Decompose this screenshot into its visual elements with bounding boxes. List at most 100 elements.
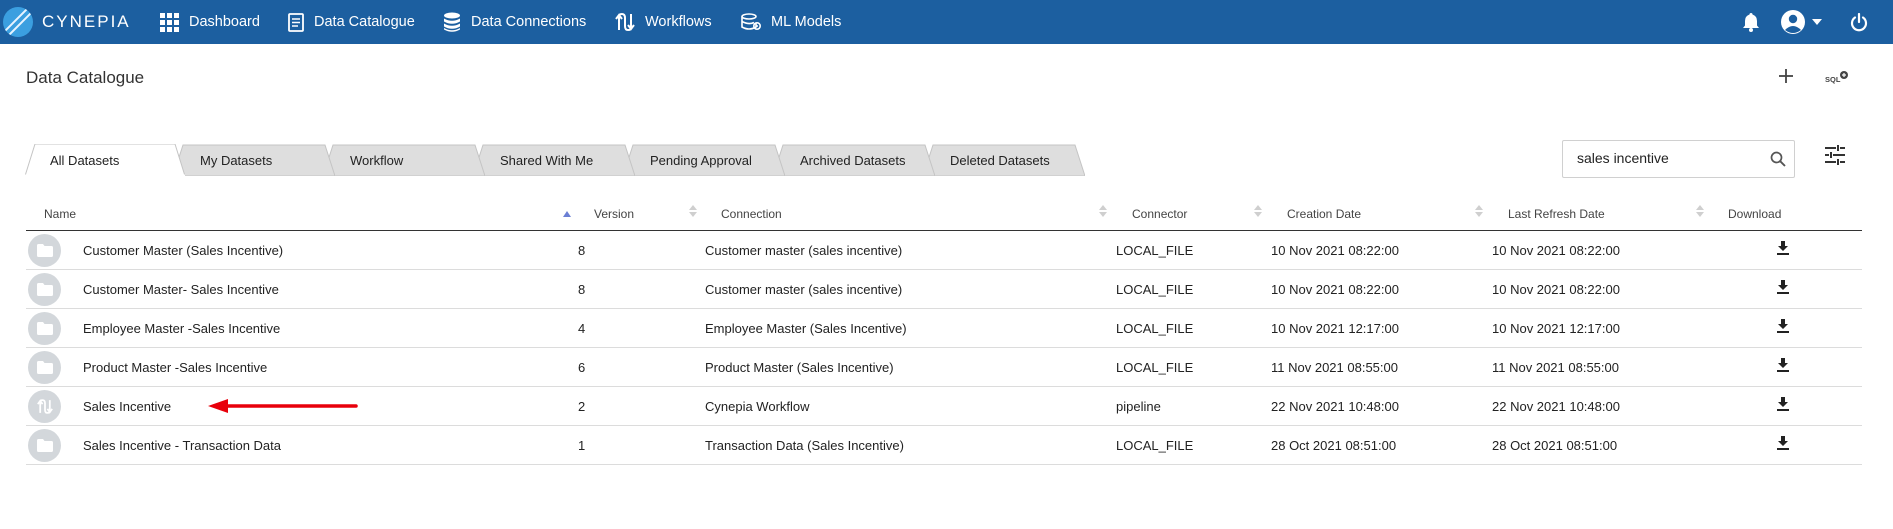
column-header-creation-date[interactable]: Creation Date	[1287, 207, 1361, 221]
nav-item-dashboard[interactable]: Dashboard	[160, 0, 260, 44]
column-header-last-refresh-date[interactable]: Last Refresh Date	[1508, 207, 1605, 221]
bell-icon[interactable]	[1742, 0, 1760, 44]
filter-sliders-icon[interactable]	[1824, 145, 1846, 170]
tab-deleted-datasets[interactable]: Deleted Datasets	[923, 144, 1085, 176]
search-box	[1562, 140, 1795, 178]
tab-label: All Datasets	[50, 153, 120, 168]
top-navbar: CYNEPIA Dashboard Data Catalogue Data Co…	[0, 0, 1893, 44]
folder-icon	[28, 273, 61, 306]
search-icon[interactable]	[1770, 151, 1786, 172]
nav-item-label: Data Catalogue	[314, 14, 415, 30]
dataset-name[interactable]: Sales Incentive - Transaction Data	[83, 438, 281, 453]
sort-icon[interactable]	[1254, 204, 1262, 223]
user-avatar-icon[interactable]	[1780, 0, 1806, 44]
dataset-refresh-date: 10 Nov 2021 08:22:00	[1492, 282, 1620, 297]
workflow-icon	[28, 390, 61, 423]
sort-icon[interactable]	[1696, 204, 1704, 223]
dataset-name[interactable]: Customer Master (Sales Incentive)	[83, 243, 283, 258]
dataset-refresh-date: 10 Nov 2021 12:17:00	[1492, 321, 1620, 336]
download-icon[interactable]	[1777, 280, 1789, 299]
nav-item-data-catalogue[interactable]: Data Catalogue	[288, 0, 415, 44]
dataset-refresh-date: 11 Nov 2021 08:55:00	[1492, 360, 1619, 375]
download-icon[interactable]	[1777, 241, 1789, 260]
nav-item-label: ML Models	[771, 14, 842, 30]
dataset-version: 8	[578, 243, 586, 258]
tab-archived-datasets[interactable]: Archived Datasets	[773, 144, 935, 176]
tab-label: Deleted Datasets	[950, 153, 1050, 168]
dataset-connection: Product Master (Sales Incentive)	[705, 360, 894, 375]
dataset-name[interactable]: Sales Incentive	[83, 399, 171, 414]
column-header-download: Download	[1728, 207, 1782, 221]
ml-models-icon	[741, 13, 761, 31]
dataset-creation-date: 28 Oct 2021 08:51:00	[1271, 438, 1397, 453]
tab-my-datasets[interactable]: My Datasets	[173, 144, 335, 176]
nav-item-data-connections[interactable]: Data Connections	[443, 0, 586, 44]
sort-icon[interactable]	[1099, 204, 1107, 223]
nav-item-ml-models[interactable]: ML Models	[741, 0, 841, 44]
dataset-name[interactable]: Product Master -Sales Incentive	[83, 360, 267, 375]
nav-item-label: Dashboard	[189, 14, 260, 30]
folder-icon	[28, 429, 61, 462]
document-icon	[288, 12, 304, 32]
dataset-connector: pipeline	[1116, 399, 1161, 414]
chevron-down-icon[interactable]	[1812, 0, 1822, 44]
dataset-name[interactable]: Customer Master- Sales Incentive	[83, 282, 279, 297]
tab-shared-with-me[interactable]: Shared With Me	[473, 144, 635, 176]
sort-icon[interactable]	[1475, 204, 1483, 223]
dataset-version: 2	[578, 399, 586, 414]
download-icon[interactable]	[1777, 319, 1789, 338]
column-header-version[interactable]: Version	[594, 207, 634, 221]
dataset-connector: LOCAL_FILE	[1116, 282, 1194, 297]
dataset-creation-date: 22 Nov 2021 10:48:00	[1271, 399, 1399, 414]
table-row[interactable]: Customer Master (Sales Incentive) 8 Cust…	[26, 231, 1862, 270]
dataset-connection: Employee Master (Sales Incentive)	[705, 321, 907, 336]
download-icon[interactable]	[1777, 358, 1789, 377]
tab-label: Archived Datasets	[800, 153, 906, 168]
dataset-refresh-date: 28 Oct 2021 08:51:00	[1492, 438, 1618, 453]
table-row[interactable]: Customer Master- Sales Incentive 8 Custo…	[26, 270, 1862, 309]
dataset-creation-date: 10 Nov 2021 08:22:00	[1271, 243, 1399, 258]
dataset-connection: Transaction Data (Sales Incentive)	[705, 438, 904, 453]
sort-icon[interactable]	[689, 204, 697, 223]
nav-item-label: Workflows	[645, 14, 712, 30]
sql-query-button[interactable]: SQL	[1825, 70, 1849, 86]
add-dataset-button[interactable]	[1778, 68, 1794, 84]
table-row[interactable]: Employee Master -Sales Incentive 4 Emplo…	[26, 309, 1862, 348]
dataset-connection: Customer master (sales incentive)	[705, 243, 903, 258]
table-header: Name Version Connection Connector Creati…	[26, 199, 1862, 231]
dataset-connector: LOCAL_FILE	[1116, 438, 1194, 453]
column-header-name[interactable]: Name	[44, 207, 76, 221]
column-header-connection[interactable]: Connection	[721, 207, 782, 221]
dataset-connection: Customer master (sales incentive)	[705, 282, 903, 297]
dataset-connector: LOCAL_FILE	[1116, 243, 1194, 258]
tab-label: Shared With Me	[500, 153, 594, 168]
dataset-creation-date: 11 Nov 2021 08:55:00	[1271, 360, 1398, 375]
column-header-connector[interactable]: Connector	[1132, 207, 1187, 221]
folder-icon	[28, 351, 61, 384]
tab-label: Workflow	[350, 153, 404, 168]
tab-workflow[interactable]: Workflow	[323, 144, 485, 176]
table-row[interactable]: Sales Incentive - Transaction Data 1 Tra…	[26, 426, 1862, 465]
dataset-version: 4	[578, 321, 586, 336]
dataset-name[interactable]: Employee Master -Sales Incentive	[83, 321, 280, 336]
tab-pending-approval[interactable]: Pending Approval	[623, 144, 785, 176]
dataset-connector: LOCAL_FILE	[1116, 321, 1194, 336]
page-title: Data Catalogue	[26, 68, 145, 87]
tab-all-datasets[interactable]: All Datasets	[25, 144, 185, 176]
download-icon[interactable]	[1777, 397, 1789, 416]
table-row[interactable]: Product Master -Sales Incentive 6 Produc…	[26, 348, 1862, 387]
search-input[interactable]	[1577, 150, 1762, 166]
nav-item-workflows[interactable]: Workflows	[615, 0, 712, 44]
download-icon[interactable]	[1777, 436, 1789, 455]
sql-label: SQL	[1825, 75, 1841, 84]
sort-ascending-icon[interactable]	[563, 204, 571, 222]
dataset-refresh-date: 22 Nov 2021 10:48:00	[1492, 399, 1620, 414]
app-logo[interactable]: CYNEPIA	[3, 5, 131, 39]
dataset-version: 6	[578, 360, 586, 375]
power-icon[interactable]	[1850, 0, 1868, 44]
database-icon	[443, 12, 461, 33]
logo-mark-icon	[3, 7, 33, 37]
dataset-connection: Cynepia Workflow	[705, 399, 810, 414]
dataset-creation-date: 10 Nov 2021 08:22:00	[1271, 282, 1399, 297]
tab-label: Pending Approval	[650, 153, 752, 168]
